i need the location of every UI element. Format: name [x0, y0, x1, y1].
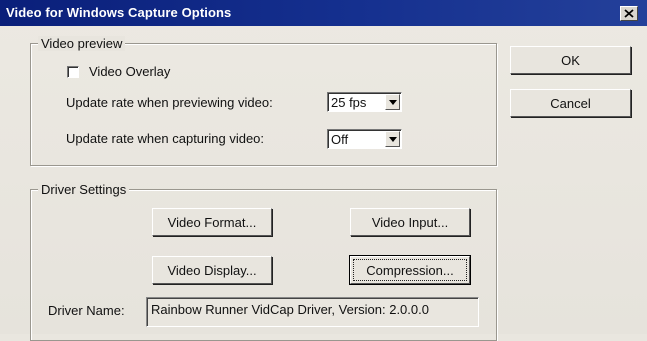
capture-options-dialog: Video for Windows Capture Options OK Can… — [0, 0, 647, 341]
capture-rate-dropdown[interactable]: Off — [327, 129, 402, 149]
video-format-button[interactable]: Video Format... — [152, 208, 272, 236]
video-input-button[interactable]: Video Input... — [350, 208, 470, 236]
capture-rate-dropdown-button[interactable] — [385, 131, 400, 147]
preview-rate-dropdown-button[interactable] — [385, 94, 400, 110]
driver-settings-group-label: Driver Settings — [38, 182, 130, 197]
chevron-down-icon — [388, 136, 397, 142]
title-bar[interactable]: Video for Windows Capture Options — [0, 0, 647, 26]
video-overlay-checkbox[interactable] — [67, 66, 79, 78]
driver-name-value: Rainbow Runner VidCap Driver, Version: 2… — [151, 302, 429, 317]
video-preview-group-label: Video preview — [38, 36, 126, 51]
preview-rate-dropdown[interactable]: 25 fps — [327, 92, 402, 112]
close-button[interactable] — [620, 6, 638, 21]
ok-button[interactable]: OK — [510, 46, 631, 74]
cancel-button[interactable]: Cancel — [510, 89, 631, 117]
chevron-down-icon — [388, 99, 397, 105]
preview-rate-label: Update rate when previewing video: — [66, 95, 273, 110]
preview-rate-value: 25 fps — [331, 95, 367, 110]
capture-rate-value: Off — [331, 132, 349, 147]
driver-name-label: Driver Name: — [48, 303, 125, 318]
video-display-button[interactable]: Video Display... — [152, 256, 272, 284]
capture-rate-label: Update rate when capturing video: — [66, 131, 265, 146]
compression-button[interactable]: Compression... — [350, 256, 470, 284]
video-overlay-label[interactable]: Video Overlay — [89, 64, 170, 79]
close-icon — [624, 9, 634, 18]
dialog-title: Video for Windows Capture Options — [6, 5, 232, 20]
driver-name-field: Rainbow Runner VidCap Driver, Version: 2… — [146, 297, 479, 327]
